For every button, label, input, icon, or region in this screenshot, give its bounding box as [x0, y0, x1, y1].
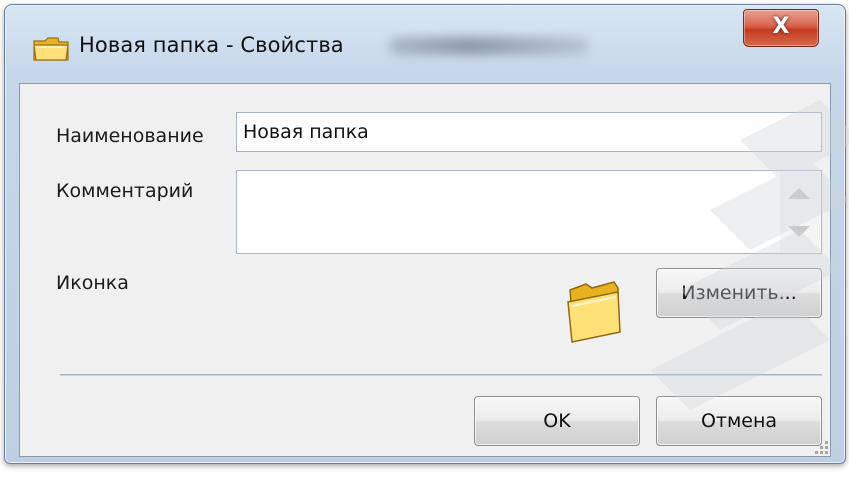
blurred-title-region: [389, 37, 589, 55]
comment-textarea[interactable]: [236, 170, 822, 254]
ok-button[interactable]: OK: [474, 396, 640, 446]
folder-icon: [567, 281, 621, 343]
close-button[interactable]: X: [743, 9, 819, 47]
window-title: Новая папка - Свойства: [79, 33, 344, 57]
scroll-down-icon[interactable]: [788, 226, 810, 237]
properties-dialog-window: Новая папка - Свойства X Наименование Ко…: [4, 4, 846, 464]
separator: [60, 374, 822, 376]
cancel-button[interactable]: Отмена: [656, 396, 822, 446]
dialog-client-area: Наименование Комментарий Иконка Изменить…: [19, 83, 831, 457]
change-icon-button-label: Изменить...: [681, 282, 797, 304]
comment-label: Комментарий: [56, 180, 194, 202]
title-bar[interactable]: Новая папка - Свойства X: [5, 5, 845, 83]
name-label: Наименование: [56, 125, 204, 147]
ok-button-label: OK: [543, 410, 571, 432]
resize-grip-icon[interactable]: [812, 438, 828, 454]
comment-scrollbar[interactable]: [780, 172, 820, 252]
folder-icon: [33, 37, 69, 61]
name-input[interactable]: [236, 112, 822, 152]
icon-label: Иконка: [56, 272, 129, 294]
cancel-button-label: Отмена: [700, 410, 778, 432]
change-icon-button[interactable]: Изменить...: [656, 268, 822, 318]
scroll-up-icon[interactable]: [788, 188, 810, 199]
close-icon: X: [772, 14, 790, 39]
